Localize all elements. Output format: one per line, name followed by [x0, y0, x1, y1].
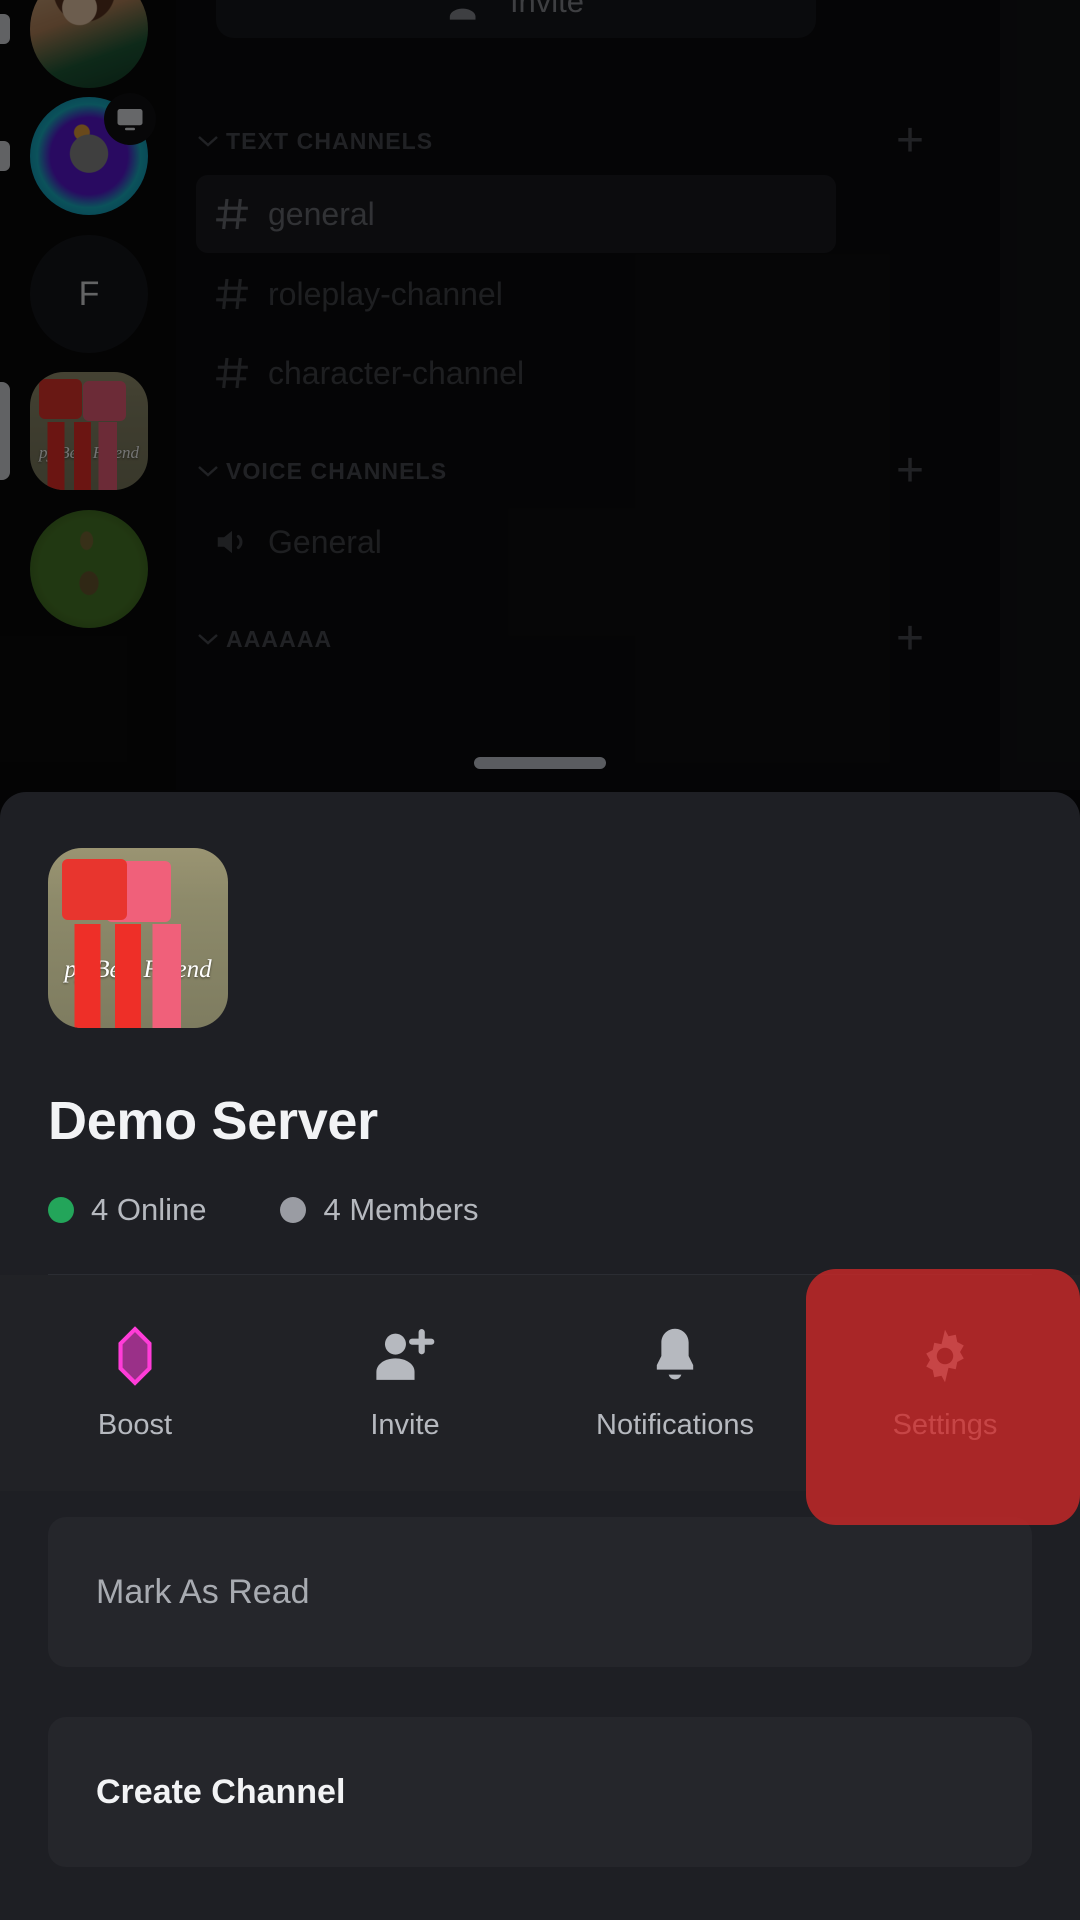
hash-icon — [196, 274, 268, 314]
server-rail-item-5[interactable] — [30, 510, 148, 628]
chevron-down-icon — [190, 464, 226, 478]
sheet-header: py Best Friend Demo Server 4 Online 4 Me… — [0, 792, 1080, 1275]
server-avatar-3[interactable]: F — [30, 235, 148, 353]
plus-icon[interactable]: + — [896, 117, 924, 165]
mark-as-read-item[interactable]: Mark As Read — [48, 1517, 1032, 1667]
online-status-dot — [48, 1197, 74, 1223]
server-avatar-1[interactable] — [30, 0, 148, 88]
category-label: VOICE CHANNELS — [226, 458, 447, 485]
settings-action[interactable]: Settings — [810, 1275, 1080, 1491]
server-avatar-4[interactable]: py Best Friend — [30, 372, 148, 490]
server-initial: F — [79, 275, 100, 314]
screen-root: F py Best Friend Invite TEXT CHANNELS — [0, 0, 1080, 1920]
member-count-label: 4 Members — [323, 1192, 478, 1228]
online-count-label: 4 Online — [91, 1192, 206, 1228]
channel-label: roleplay-channel — [268, 276, 503, 313]
selected-pill — [0, 382, 10, 480]
create-channel-item[interactable]: Create Channel — [48, 1717, 1032, 1867]
hash-icon — [196, 194, 268, 234]
settings-label: Settings — [893, 1409, 998, 1442]
invite-label: Invite — [370, 1409, 439, 1442]
drawer-right-edge — [1000, 0, 1080, 790]
hash-icon — [196, 353, 268, 393]
server-icon-image[interactable]: py Best Friend — [48, 848, 228, 1028]
server-rail-item-2[interactable] — [30, 97, 148, 215]
channel-voice-general[interactable]: General — [196, 503, 836, 581]
unread-pill — [0, 141, 10, 171]
notifications-label: Notifications — [596, 1409, 754, 1442]
screen-share-icon — [104, 93, 156, 145]
person-add-icon — [374, 1325, 436, 1387]
person-add-icon — [448, 0, 492, 20]
page-title: Demo Server — [48, 1090, 1032, 1152]
channel-label: general — [268, 196, 375, 233]
speaker-icon — [196, 523, 268, 561]
plus-icon[interactable]: + — [896, 447, 924, 495]
invite-banner-button[interactable]: Invite — [216, 0, 816, 38]
channel-character-channel[interactable]: character-channel — [196, 334, 836, 412]
member-count: 4 Members — [280, 1192, 478, 1228]
bell-icon — [650, 1325, 700, 1387]
category-aaaaaa[interactable]: AAAAAA + — [190, 615, 1000, 663]
invite-banner-label: Invite — [510, 0, 584, 20]
boost-action[interactable]: Boost — [0, 1275, 270, 1491]
online-count: 4 Online — [48, 1192, 206, 1228]
server-options-sheet: py Best Friend Demo Server 4 Online 4 Me… — [0, 792, 1080, 1920]
invite-action[interactable]: Invite — [270, 1275, 540, 1491]
channel-drawer: Invite TEXT CHANNELS + general roleplay-… — [176, 0, 1000, 790]
member-status-dot — [280, 1197, 306, 1223]
server-stats: 4 Online 4 Members — [48, 1192, 1032, 1228]
category-label: AAAAAA — [226, 626, 332, 653]
server-rail-item-4[interactable]: py Best Friend — [30, 372, 148, 490]
notifications-action[interactable]: Notifications — [540, 1275, 810, 1491]
channel-label: General — [268, 524, 382, 561]
channel-roleplay-channel[interactable]: roleplay-channel — [196, 255, 836, 333]
chevron-down-icon — [190, 632, 226, 646]
category-label: TEXT CHANNELS — [226, 128, 433, 155]
channel-label: character-channel — [268, 355, 524, 392]
boost-label: Boost — [98, 1409, 172, 1442]
boost-icon — [108, 1325, 162, 1387]
server-icon-caption: py Best Friend — [48, 956, 228, 984]
sheet-menu-list: Mark As Read Create Channel — [0, 1491, 1080, 1867]
server-rail-item-1[interactable] — [30, 0, 148, 88]
gear-icon — [915, 1325, 975, 1387]
plus-icon[interactable]: + — [896, 615, 924, 663]
server-rail: F py Best Friend — [0, 0, 176, 790]
server-rail-item-3[interactable]: F — [30, 235, 148, 353]
create-channel-label: Create Channel — [96, 1773, 345, 1812]
category-voice-channels[interactable]: VOICE CHANNELS + — [190, 447, 1000, 495]
quick-actions-row: Boost Invite — [0, 1275, 1080, 1491]
sheet-drag-handle[interactable] — [474, 757, 606, 769]
chevron-down-icon — [190, 134, 226, 148]
mark-as-read-label: Mark As Read — [96, 1573, 310, 1612]
category-text-channels[interactable]: TEXT CHANNELS + — [190, 117, 1000, 165]
channel-general[interactable]: general — [196, 175, 836, 253]
unread-pill — [0, 14, 10, 44]
server-avatar-5[interactable] — [30, 510, 148, 628]
avatar-caption: py Best Friend — [30, 443, 148, 463]
